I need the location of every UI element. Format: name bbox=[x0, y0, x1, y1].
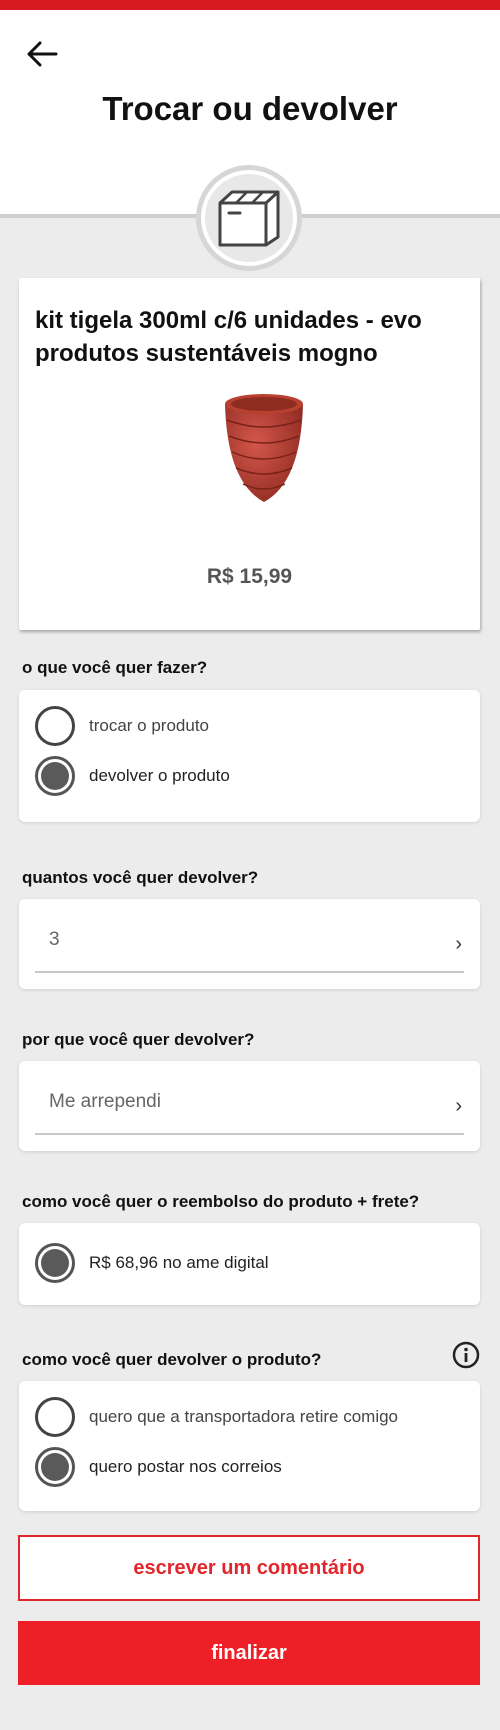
reason-label: por que você quer devolver? bbox=[22, 1030, 255, 1049]
chevron-right-icon: › bbox=[455, 1095, 462, 1117]
radio-label: R$ 68,96 no ame digital bbox=[89, 1253, 269, 1272]
refund-label: como você quer o reembolso do produto + … bbox=[22, 1192, 420, 1211]
reason-value: Me arrependi bbox=[49, 1091, 161, 1112]
status-bar bbox=[0, 0, 500, 10]
product-card: kit tigela 300ml c/6 unidades - evo prod… bbox=[19, 278, 480, 630]
reason-select[interactable]: Me arrependi › bbox=[19, 1061, 480, 1151]
field-underline bbox=[35, 971, 464, 973]
box-icon bbox=[218, 190, 280, 247]
product-price: R$ 15,99 bbox=[206, 565, 293, 588]
return-method-card: quero que a transportadora retire comigo… bbox=[19, 1381, 480, 1511]
arrow-left-icon bbox=[27, 41, 58, 67]
return-method-label: como você quer devolver o produto? bbox=[22, 1350, 322, 1369]
radio-option-correios[interactable]: quero postar nos correios bbox=[35, 1447, 282, 1487]
radio-button[interactable] bbox=[35, 706, 75, 746]
product-name: kit tigela 300ml c/6 unidades - evo prod… bbox=[35, 307, 422, 367]
quantity-label: quantos você quer devolver? bbox=[22, 868, 259, 887]
page-title: Trocar ou devolver bbox=[102, 90, 398, 127]
action-card: trocar o produto devolver o produto bbox=[19, 690, 480, 822]
radio-button-checked[interactable] bbox=[35, 1243, 75, 1283]
finish-button[interactable]: finalizar bbox=[18, 1621, 480, 1685]
chevron-right-icon: › bbox=[455, 933, 462, 955]
bowl-stack-image bbox=[225, 394, 303, 502]
field-underline bbox=[35, 1133, 464, 1135]
quantity-select[interactable]: 3 › bbox=[19, 899, 480, 989]
radio-label: quero que a transportadora retire comigo bbox=[89, 1407, 399, 1426]
radio-button[interactable] bbox=[35, 1397, 75, 1437]
back-button[interactable] bbox=[22, 34, 62, 74]
radio-button-checked[interactable] bbox=[35, 1447, 75, 1487]
radio-option-transportadora[interactable]: quero que a transportadora retire comigo bbox=[35, 1397, 398, 1437]
quantity-value: 3 bbox=[49, 929, 60, 950]
radio-option-ame[interactable]: R$ 68,96 no ame digital bbox=[35, 1243, 269, 1283]
action-label: o que você quer fazer? bbox=[22, 658, 208, 677]
radio-button-checked[interactable] bbox=[35, 756, 75, 796]
radio-option-devolver[interactable]: devolver o produto bbox=[35, 756, 230, 796]
write-comment-button[interactable]: escrever um comentário bbox=[18, 1535, 480, 1601]
box-badge bbox=[196, 165, 302, 271]
radio-label: trocar o produto bbox=[89, 716, 210, 735]
radio-label: quero postar nos correios bbox=[89, 1457, 282, 1476]
refund-card: R$ 68,96 no ame digital bbox=[19, 1223, 480, 1305]
radio-option-trocar[interactable]: trocar o produto bbox=[35, 706, 209, 746]
info-icon[interactable] bbox=[452, 1341, 480, 1369]
radio-label: devolver o produto bbox=[89, 766, 230, 785]
